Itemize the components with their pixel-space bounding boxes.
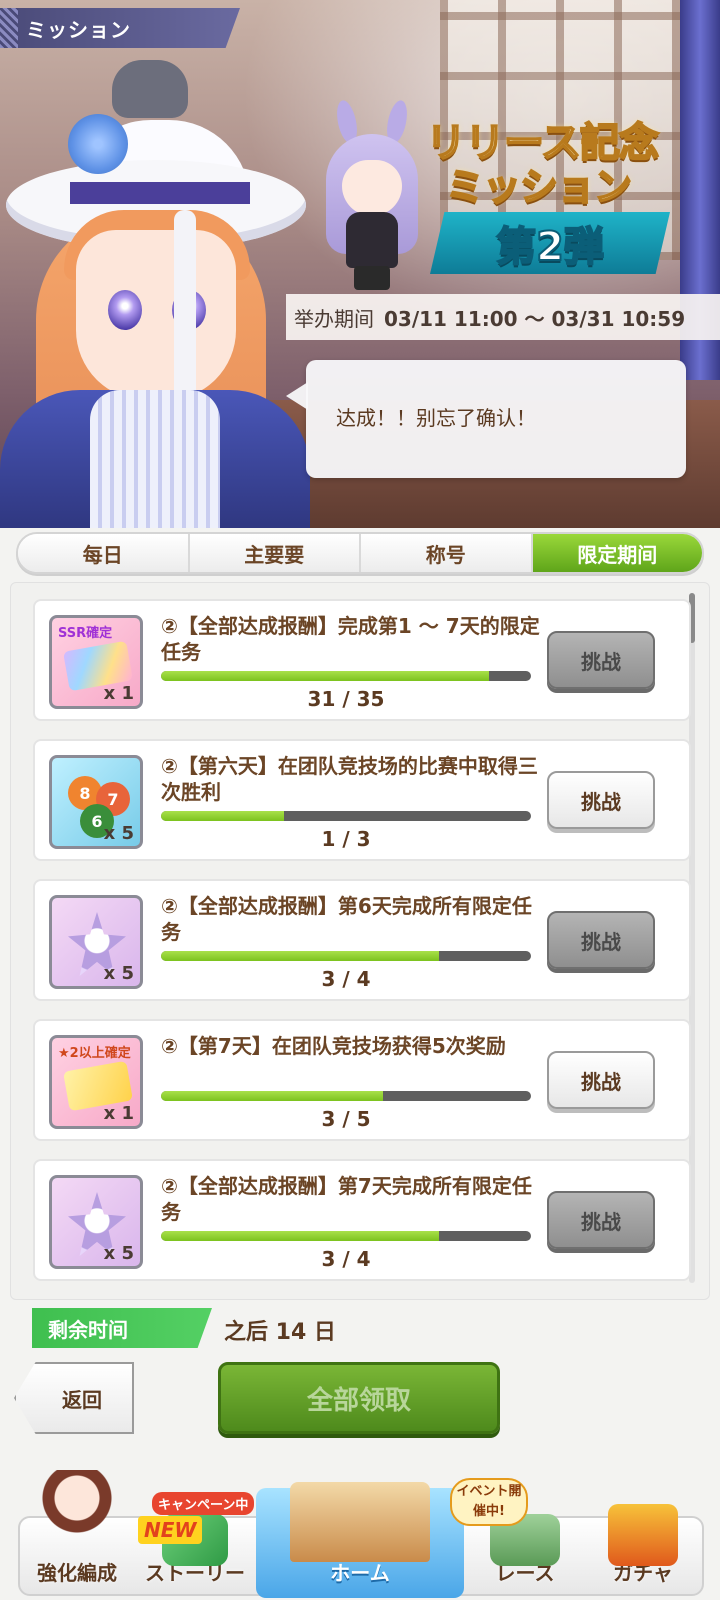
remaining-time-label: 剩余时间 — [32, 1308, 212, 1348]
reward-tag: ★2以上確定 — [58, 1046, 131, 1061]
tab-limited[interactable]: 限定期间 — [532, 534, 702, 572]
event-period: 举办期间 03/11 11:00 ～ 03/31 10:59 — [286, 294, 720, 340]
challenge-button[interactable]: 挑战 — [547, 911, 655, 969]
tab-main[interactable]: 主要要 — [189, 534, 361, 572]
character-icon — [42, 1470, 112, 1540]
nav-home[interactable]: ホーム — [256, 1482, 464, 1598]
mission-progress-bar — [161, 1231, 531, 1241]
chibi-character — [312, 98, 432, 290]
period-value: 03/11 11:00 ～ 03/31 10:59 — [384, 306, 686, 331]
mission-title: ②【全部达成报酬】第6天完成所有限定任务 — [161, 894, 532, 944]
balls-icon: 8 7 6 x 5 — [49, 755, 143, 849]
mission-banner: リリース記念 ミッション 第2弾 举办期间 03/11 11:00 ～ 03/3… — [0, 0, 720, 528]
reward-qty: x 5 — [103, 823, 134, 844]
challenge-button[interactable]: 挑战 — [547, 1191, 655, 1249]
page-title-text: ミッション — [26, 17, 131, 42]
mission-item: x 5 ②【全部达成报酬】第7天完成所有限定任务 3 / 4 挑战 — [33, 1159, 691, 1281]
claim-all-button[interactable]: 全部领取 — [218, 1362, 500, 1434]
event-logo-sub: 第2弾 — [495, 223, 605, 271]
mission-tabs: 每日 主要要 称号 限定期间 — [16, 532, 704, 574]
reward-qty: x 5 — [103, 1243, 134, 1264]
mission-count: 3 / 4 — [321, 1247, 371, 1271]
period-label: 举办期间 — [294, 306, 374, 331]
reward-tag: SSR確定 — [58, 626, 113, 641]
mission-progress-bar — [161, 671, 531, 681]
character-face — [76, 230, 236, 400]
cat-icon — [112, 60, 188, 118]
gold-ticket-icon: ★2以上確定 x 1 — [49, 1035, 143, 1129]
event-badge: イベント開催中! — [450, 1478, 528, 1526]
mission-progress-fill — [161, 1091, 383, 1101]
chibi-legs — [354, 266, 390, 290]
event-logo-line2: ミッション — [445, 164, 633, 210]
character-piece-icon: x 5 — [49, 1175, 143, 1269]
speech-bubble: 达成！！别忘了确认！ — [286, 360, 686, 478]
speech-text: 达成！！别忘了确认！ — [336, 406, 536, 430]
mission-title: ②【第7天】在团队竞技场获得5次奖励 — [161, 1034, 506, 1058]
page-title: ミッション — [0, 8, 240, 48]
reward-qty: x 5 — [103, 963, 134, 984]
mission-progress-bar — [161, 811, 531, 821]
mission-item: x 5 ②【全部达成报酬】第6天完成所有限定任务 3 / 4 挑战 — [33, 879, 691, 1001]
tab-daily[interactable]: 每日 — [18, 534, 190, 572]
title-corner-decoration — [0, 8, 18, 48]
mission-count: 1 / 3 — [321, 827, 371, 851]
bottom-nav: 強化編成 ストーリー キャンペーン中 NEW ホーム レース イベント開催中! … — [0, 1470, 720, 1600]
mission-progress-bar — [161, 951, 531, 961]
mission-title: ②【第六天】在团队竞技场的比赛中取得三次胜利 — [161, 754, 538, 804]
event-logo: リリース記念 ミッション 第2弾 — [420, 110, 690, 290]
character-hat-band — [70, 182, 250, 204]
character-piece-icon: x 5 — [49, 895, 143, 989]
school-icon — [290, 1482, 430, 1562]
mission-list[interactable]: SSR確定 x 1 ②【全部达成报酬】完成第1 ～ 7天的限定任务 31 / 3… — [10, 582, 710, 1300]
event-logo-ribbon: 第2弾 — [430, 212, 670, 274]
rose-icon — [68, 114, 128, 174]
mission-progress-fill — [161, 811, 285, 821]
nav-enhance[interactable]: 強化編成 — [18, 1470, 136, 1598]
mission-title: ②【全部达成报酬】完成第1 ～ 7天的限定任务 — [161, 614, 540, 664]
character-shirt — [90, 390, 220, 528]
mission-count: 3 / 5 — [321, 1107, 371, 1131]
gacha-door-icon — [608, 1504, 678, 1566]
mission-item: ★2以上確定 x 1 ②【第7天】在团队竞技场获得5次奖励 3 / 5 挑战 — [33, 1019, 691, 1141]
mission-progress-fill — [161, 951, 439, 961]
mission-count: 31 / 35 — [307, 687, 385, 711]
nav-gacha[interactable]: ガチャ — [584, 1470, 702, 1598]
mission-count: 3 / 4 — [321, 967, 371, 991]
campaign-badge: キャンペーン中 — [152, 1492, 255, 1515]
chibi-body — [346, 212, 398, 268]
mission-progress-bar — [161, 1091, 531, 1101]
challenge-button[interactable]: 挑战 — [547, 631, 655, 689]
remaining-time-value: 之后 14 日 — [224, 1320, 336, 1345]
nav-label: 強化編成 — [37, 1561, 117, 1585]
back-button[interactable]: 返回 — [14, 1362, 134, 1434]
character-portrait — [0, 60, 310, 528]
mission-progress-fill — [161, 1231, 439, 1241]
challenge-button[interactable]: 挑战 — [547, 771, 655, 829]
challenge-button[interactable]: 挑战 — [547, 1051, 655, 1109]
mission-title: ②【全部达成报酬】第7天完成所有限定任务 — [161, 1174, 532, 1224]
ssr-ticket-icon: SSR確定 x 1 — [49, 615, 143, 709]
reward-qty: x 1 — [103, 683, 134, 704]
tab-title[interactable]: 称号 — [361, 534, 533, 572]
reward-qty: x 1 — [103, 1103, 134, 1124]
remaining-time-label-text: 剩余时间 — [48, 1317, 128, 1342]
mission-item: SSR確定 x 1 ②【全部达成报酬】完成第1 ～ 7天的限定任务 31 / 3… — [33, 599, 691, 721]
mission-progress-fill — [161, 671, 489, 681]
new-badge: NEW — [138, 1516, 203, 1544]
mission-item: 8 7 6 x 5 ②【第六天】在团队竞技场的比赛中取得三次胜利 1 / 3 挑… — [33, 739, 691, 861]
character-eye-left — [108, 290, 142, 330]
